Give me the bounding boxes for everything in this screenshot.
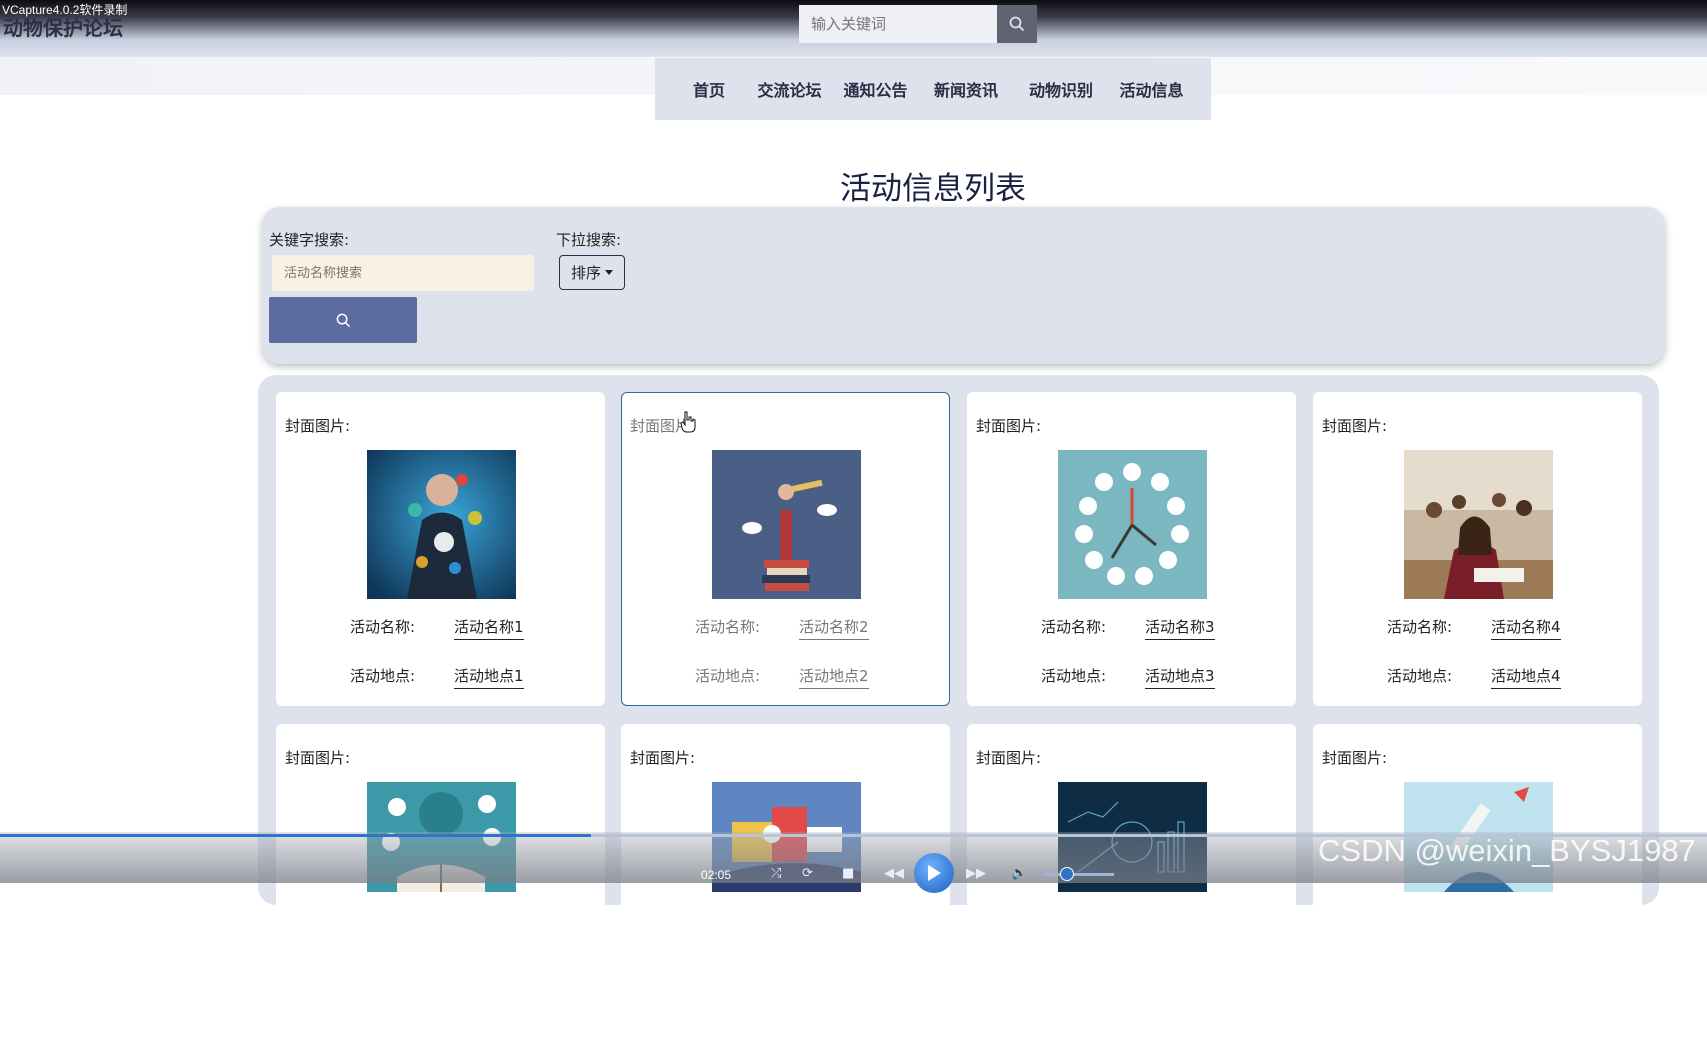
recorder-watermark: VCapture4.0.2软件录制 bbox=[2, 3, 128, 17]
search-icon bbox=[1009, 16, 1025, 32]
volume-slider[interactable] bbox=[1044, 873, 1114, 876]
activity-name-link[interactable]: 活动名称4 bbox=[1491, 616, 1561, 640]
activity-name-label: 活动名称: bbox=[1041, 618, 1107, 636]
cover-image[interactable] bbox=[712, 450, 861, 599]
cover-label: 封面图片: bbox=[1322, 749, 1388, 767]
activity-name-link[interactable]: 活动名称1 bbox=[454, 616, 524, 640]
hand-cursor-icon bbox=[680, 411, 696, 437]
loop-icon[interactable]: ⤮ bbox=[771, 866, 781, 881]
sort-dropdown[interactable]: 排序 bbox=[559, 255, 625, 290]
activity-card[interactable]: 封面图片: 活动名称: 活动名称3 活动地点: 活动地点3 bbox=[967, 392, 1296, 706]
activity-name-label: 活动名称: bbox=[350, 618, 416, 636]
keyword-search-label: 关键字搜索: bbox=[269, 231, 350, 249]
volume-slider-knob[interactable] bbox=[1060, 867, 1074, 881]
nav-item-home[interactable]: 首页 bbox=[672, 77, 747, 101]
dropdown-search-label: 下拉搜索: bbox=[556, 231, 622, 249]
search-icon bbox=[336, 313, 350, 327]
nav-item-notice[interactable]: 通知公告 bbox=[833, 77, 919, 101]
activity-name-label: 活动名称: bbox=[695, 618, 761, 636]
activity-name-link[interactable]: 活动名称3 bbox=[1145, 616, 1215, 640]
sort-dropdown-label: 排序 bbox=[570, 264, 601, 282]
main-nav: 首页 交流论坛 通知公告 新闻资讯 动物识别 活动信息 bbox=[655, 58, 1211, 120]
nav-item-animal-recognition[interactable]: 动物识别 bbox=[1014, 77, 1109, 101]
cover-label: 封面图片: bbox=[285, 417, 351, 435]
activity-location-link[interactable]: 活动地点4 bbox=[1491, 665, 1561, 689]
activity-location-label: 活动地点: bbox=[1041, 667, 1107, 685]
header-search bbox=[799, 5, 1037, 43]
play-icon bbox=[928, 865, 941, 881]
header-search-input[interactable] bbox=[799, 5, 997, 43]
stop-icon[interactable]: ■ bbox=[842, 866, 854, 881]
refresh-icon[interactable]: ⟳ bbox=[802, 866, 813, 881]
activity-location-label: 活动地点: bbox=[695, 667, 761, 685]
cover-label: 封面图片: bbox=[630, 749, 696, 767]
nav-item-activities[interactable]: 活动信息 bbox=[1109, 77, 1195, 101]
cover-image[interactable] bbox=[1404, 450, 1553, 599]
playback-time: 02:05 bbox=[701, 868, 732, 882]
search-panel: 关键字搜索: 下拉搜索: 排序 bbox=[262, 207, 1665, 364]
search-button[interactable] bbox=[269, 297, 417, 343]
activity-location-link[interactable]: 活动地点2 bbox=[799, 665, 869, 689]
playback-progress-fill bbox=[0, 834, 591, 837]
nav-item-news[interactable]: 新闻资讯 bbox=[919, 77, 1014, 101]
fast-forward-icon[interactable]: ▶▶ bbox=[966, 866, 986, 881]
csdn-watermark: CSDN @weixin_BYSJ1987 bbox=[1318, 833, 1696, 868]
cover-label: 封面图片: bbox=[976, 417, 1042, 435]
page-title: 活动信息列表 bbox=[840, 171, 1026, 207]
activity-name-label: 活动名称: bbox=[1387, 618, 1453, 636]
cover-image[interactable] bbox=[1058, 450, 1207, 599]
keyword-search-input[interactable] bbox=[272, 255, 534, 291]
nav-item-forum[interactable]: 交流论坛 bbox=[747, 77, 833, 101]
activity-location-link[interactable]: 活动地点3 bbox=[1145, 665, 1215, 689]
activity-location-label: 活动地点: bbox=[1387, 667, 1453, 685]
volume-icon[interactable]: 🔈 bbox=[1011, 866, 1027, 881]
caret-down-icon bbox=[605, 270, 613, 275]
rewind-icon[interactable]: ◀◀ bbox=[884, 866, 904, 881]
activity-card[interactable]: 封面图片: 活动名称: 活动名称2 活动地点: 活动地点2 bbox=[621, 392, 950, 706]
cover-image[interactable] bbox=[367, 450, 516, 599]
activity-name-link[interactable]: 活动名称2 bbox=[799, 616, 869, 640]
cover-label: 封面图片: bbox=[976, 749, 1042, 767]
activity-location-label: 活动地点: bbox=[350, 667, 416, 685]
cover-label: 封面图片: bbox=[1322, 417, 1388, 435]
activity-location-link[interactable]: 活动地点1 bbox=[454, 665, 524, 689]
activity-card[interactable]: 封面图片: 活动名称: 活动名称1 活动地点: 活动地点1 bbox=[276, 392, 605, 706]
cover-label: 封面图片: bbox=[285, 749, 351, 767]
play-button[interactable] bbox=[914, 853, 954, 893]
header-search-button[interactable] bbox=[997, 5, 1037, 43]
activity-card[interactable]: 封面图片: 活动名称: 活动名称4 活动地点: 活动地点4 bbox=[1313, 392, 1642, 706]
